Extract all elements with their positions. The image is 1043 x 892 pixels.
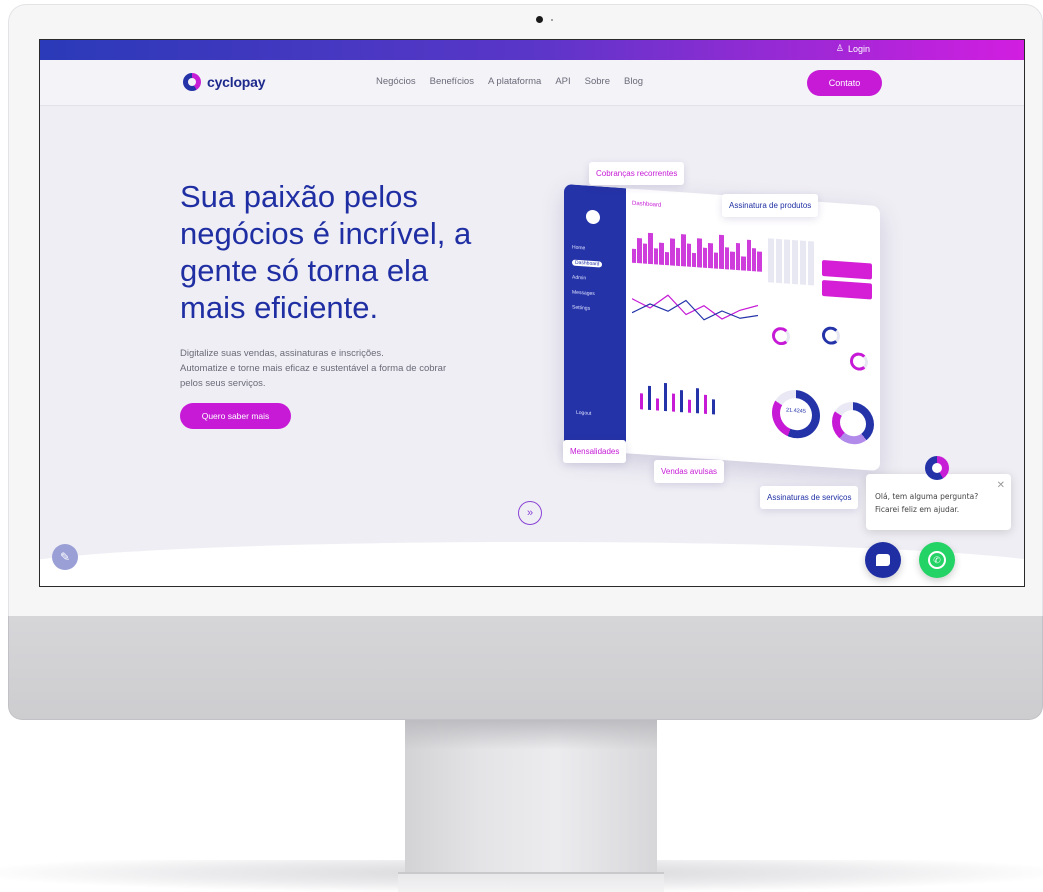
dashboard-logout: Logout bbox=[576, 409, 592, 417]
dashboard-sidebar: Home Dashboard Admin Messages Settings L… bbox=[564, 183, 626, 454]
hero-title: Sua paixão pelos negócios é incrível, a … bbox=[180, 178, 540, 326]
hero-title-line: negócios é incrível, a bbox=[180, 216, 472, 251]
dashboard-cards bbox=[822, 259, 872, 303]
dashboard-bar-chart-2 bbox=[640, 379, 730, 415]
website-screen: ♙ Login cyclopay Negócios Benefícios A p… bbox=[39, 39, 1025, 587]
accessibility-button[interactable]: ✎ bbox=[52, 544, 78, 570]
navbar: cyclopay Negócios Benefícios A plataform… bbox=[40, 60, 1024, 106]
tag-assinaturas-servicos: Assinaturas de serviços bbox=[760, 486, 859, 509]
dashboard-bar-chart bbox=[632, 227, 762, 272]
imac-chin bbox=[8, 616, 1043, 720]
logo-text: cyclopay bbox=[207, 74, 266, 90]
chat-avatar-icon bbox=[925, 456, 949, 480]
chat-icon bbox=[876, 554, 890, 566]
nav-link-plataforma[interactable]: A plataforma bbox=[488, 76, 541, 87]
hero-title-line: Sua paixão pelos bbox=[180, 179, 418, 214]
tag-vendas-avulsas: Vendas avulsas bbox=[654, 460, 725, 483]
dashboard-illustration: Home Dashboard Admin Messages Settings L… bbox=[564, 183, 880, 472]
chat-line: Ficarei feliz em ajudar. bbox=[875, 505, 960, 514]
login-label: Login bbox=[847, 43, 870, 54]
tag-cobrancas-recorrentes: Cobranças recorrentes bbox=[589, 162, 685, 185]
dashboard-title: Dashboard bbox=[632, 200, 662, 209]
imac-mockup: ♙ Login cyclopay Negócios Benefícios A p… bbox=[0, 0, 1043, 892]
dashboard-menu: Home Dashboard Admin Messages Settings bbox=[572, 241, 618, 319]
stand-shade bbox=[405, 720, 657, 750]
chat-button[interactable] bbox=[865, 542, 901, 578]
hero-title-line: gente só torna ela bbox=[180, 253, 429, 288]
scroll-down-button[interactable]: » bbox=[518, 501, 542, 525]
dashboard-main: Dashboard 21.4245 bbox=[626, 188, 880, 472]
camera-sensor bbox=[551, 19, 553, 21]
close-icon[interactable]: ✕ bbox=[997, 479, 1005, 492]
stand-foot bbox=[398, 872, 664, 892]
login-link[interactable]: ♙ Login bbox=[836, 43, 870, 54]
whatsapp-button[interactable]: ✆ bbox=[919, 542, 955, 578]
dashboard-mini-donut bbox=[850, 351, 868, 372]
user-icon: ♙ bbox=[835, 43, 844, 53]
whatsapp-icon: ✆ bbox=[928, 551, 946, 569]
cyclopay-logo-icon bbox=[183, 73, 201, 91]
hero-subtitle-line: pelos seus serviços. bbox=[180, 378, 266, 389]
dashboard-menu-item: Settings bbox=[572, 304, 591, 312]
camera-icon bbox=[536, 16, 543, 23]
tag-assinatura-produtos: Assinatura de produtos bbox=[722, 194, 819, 217]
top-bar: ♙ Login bbox=[40, 40, 1024, 60]
nav-link-api[interactable]: API bbox=[555, 76, 570, 87]
hero-subtitle-line: Digitalize suas vendas, assinaturas e in… bbox=[180, 348, 384, 359]
nav-links: Negócios Benefícios A plataforma API Sob… bbox=[376, 76, 643, 87]
dashboard-calendar bbox=[768, 238, 816, 286]
dashboard-mini-donut bbox=[822, 325, 840, 346]
chat-line: Olá, tem alguma pergunta? bbox=[875, 492, 979, 501]
dashboard-logo-icon bbox=[586, 209, 600, 225]
contato-button[interactable]: Contato bbox=[807, 70, 882, 96]
chat-popup[interactable]: ✕ Olá, tem alguma pergunta? Ficarei feli… bbox=[866, 474, 1011, 530]
accessibility-icon: ✎ bbox=[59, 550, 71, 564]
hero-title-line: mais eficiente. bbox=[180, 290, 379, 325]
nav-link-blog[interactable]: Blog bbox=[624, 76, 643, 87]
tag-mensalidades: Mensalidades bbox=[563, 440, 627, 463]
nav-link-sobre[interactable]: Sobre bbox=[585, 76, 610, 87]
hero-subtitle-line: Automatize e torne mais eficaz e sustent… bbox=[180, 363, 447, 374]
nav-link-beneficios[interactable]: Benefícios bbox=[430, 76, 474, 87]
dashboard-donut-chart-2 bbox=[832, 400, 874, 446]
dashboard-line-chart bbox=[632, 294, 758, 321]
chevrons-down-icon: » bbox=[526, 507, 534, 519]
quero-saber-mais-button[interactable]: Quero saber mais bbox=[180, 403, 291, 429]
nav-link-negocios[interactable]: Negócios bbox=[376, 76, 416, 87]
logo[interactable]: cyclopay bbox=[183, 73, 266, 91]
dashboard-mini-donut bbox=[772, 326, 790, 346]
hero-subtitle: Digitalize suas vendas, assinaturas e in… bbox=[180, 346, 520, 391]
